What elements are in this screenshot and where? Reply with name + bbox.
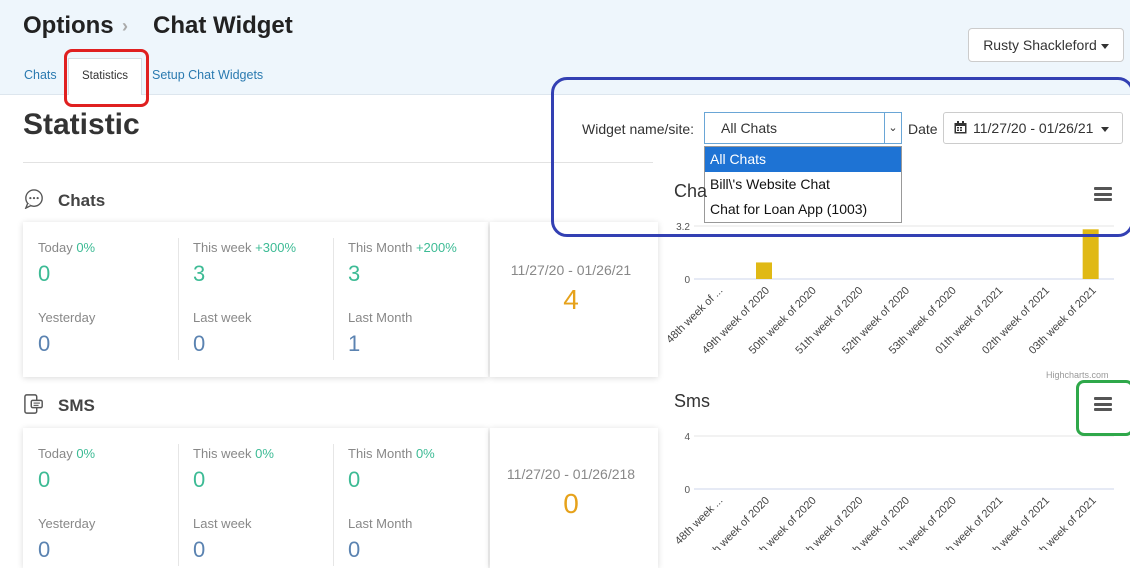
chats-last-month-stat: Last Month 1 xyxy=(348,310,498,357)
caret-down-icon xyxy=(1100,43,1109,49)
chats-this-week-stat: This week +300% 3 xyxy=(193,240,343,287)
stat-label: Today xyxy=(38,446,73,461)
y-tick-label: 0 xyxy=(684,275,690,286)
chats-range-card: 11/27/20 - 01/26/21 4 xyxy=(490,222,658,377)
stat-value: 0 xyxy=(348,537,361,562)
stat-label: Last Month xyxy=(348,310,413,325)
chats-last-week-stat: Last week 0 xyxy=(193,310,343,357)
stat-value: 1 xyxy=(348,331,361,356)
stat-change: 0% xyxy=(415,446,435,461)
sms-last-month-stat: Last Month 0 xyxy=(348,516,498,563)
range-total: 0 xyxy=(563,488,579,519)
chats-today-stat: Today 0% 0 xyxy=(38,240,188,287)
stat-change: 0% xyxy=(76,446,96,461)
stat-value: 0 xyxy=(193,537,206,562)
range-label: 11/27/20 - 01/26/218 xyxy=(506,466,636,482)
stat-value: 3 xyxy=(348,261,361,286)
sms-bar-chart: 4048th week ...49th week of 202050th wee… xyxy=(673,432,1114,550)
user-menu-button[interactable]: Rusty Shackleford xyxy=(968,28,1124,62)
range-total: 4 xyxy=(563,284,579,315)
stat-label: This week xyxy=(193,240,252,255)
stat-value: 0 xyxy=(348,467,361,492)
y-tick-label: 4 xyxy=(684,432,690,443)
highcharts-credit[interactable]: Highcharts.com xyxy=(1046,370,1109,380)
breadcrumb-current: Chat Widget xyxy=(153,12,293,39)
chats-yesterday-stat: Yesterday 0 xyxy=(38,310,188,357)
stat-change: +200% xyxy=(415,240,457,255)
stat-label: Last week xyxy=(193,516,252,531)
highlight-filter-area xyxy=(551,77,1130,237)
stat-change: +300% xyxy=(255,240,296,255)
stat-change: 0% xyxy=(76,240,96,255)
bar xyxy=(756,262,772,279)
chats-section-title: Chats xyxy=(58,191,106,210)
sms-range-card: 11/27/20 - 01/26/218 0 xyxy=(490,428,658,568)
sms-yesterday-stat: Yesterday 0 xyxy=(38,516,188,563)
stat-change: 0% xyxy=(255,446,274,461)
highlight-statistics-tab xyxy=(64,49,149,107)
stat-value: 0 xyxy=(38,261,51,286)
sms-this-week-stat: This week 0% 0 xyxy=(193,446,343,493)
breadcrumb-options[interactable]: Options xyxy=(23,12,114,40)
stat-label: Today xyxy=(38,240,73,255)
user-name: Rusty Shackleford xyxy=(983,37,1097,53)
stat-label: This week xyxy=(193,446,252,461)
y-tick-label: 0 xyxy=(684,485,690,496)
stat-label: Yesterday xyxy=(38,310,96,325)
stat-value: 0 xyxy=(38,467,51,492)
stat-value: 3 xyxy=(193,261,206,286)
sms-today-stat: Today 0% 0 xyxy=(38,446,188,493)
sms-phone-icon xyxy=(24,394,43,414)
stat-label: Last Month xyxy=(348,516,413,531)
stat-label: This Month xyxy=(348,240,413,255)
sms-chart-title: Sms xyxy=(674,391,710,411)
sms-this-month-stat: This Month 0% 0 xyxy=(348,446,498,493)
stat-label: Last week xyxy=(193,310,252,325)
sms-section-title: SMS xyxy=(58,396,95,415)
stat-value: 0 xyxy=(193,467,206,492)
tab-setup-chat-widgets[interactable]: Setup Chat Widgets xyxy=(152,68,263,82)
range-label: 11/27/20 - 01/26/21 xyxy=(510,262,632,278)
page-title: Statistic xyxy=(23,108,140,141)
chats-this-month-stat: This Month +200% 3 xyxy=(348,240,498,287)
tab-chats[interactable]: Chats xyxy=(24,68,57,82)
breadcrumb-chevron-icon: › xyxy=(122,16,128,36)
stat-label: This Month xyxy=(348,446,413,461)
chat-bubble-icon xyxy=(24,189,43,209)
chats-stats-card: Today 0% 0 This week +300% 3 This Month … xyxy=(23,222,488,377)
sms-last-week-stat: Last week 0 xyxy=(193,516,343,563)
stat-value: 0 xyxy=(38,537,51,562)
stat-value: 0 xyxy=(38,331,51,356)
sms-stats-card: Today 0% 0 This week 0% 0 This Month 0% … xyxy=(23,428,488,568)
stat-value: 0 xyxy=(193,331,206,356)
highlight-chart-menu xyxy=(1076,380,1130,436)
stat-label: Yesterday xyxy=(38,516,96,531)
chats-bar-chart: 3.2048th week of ...49th week of 202050t… xyxy=(664,222,1114,357)
